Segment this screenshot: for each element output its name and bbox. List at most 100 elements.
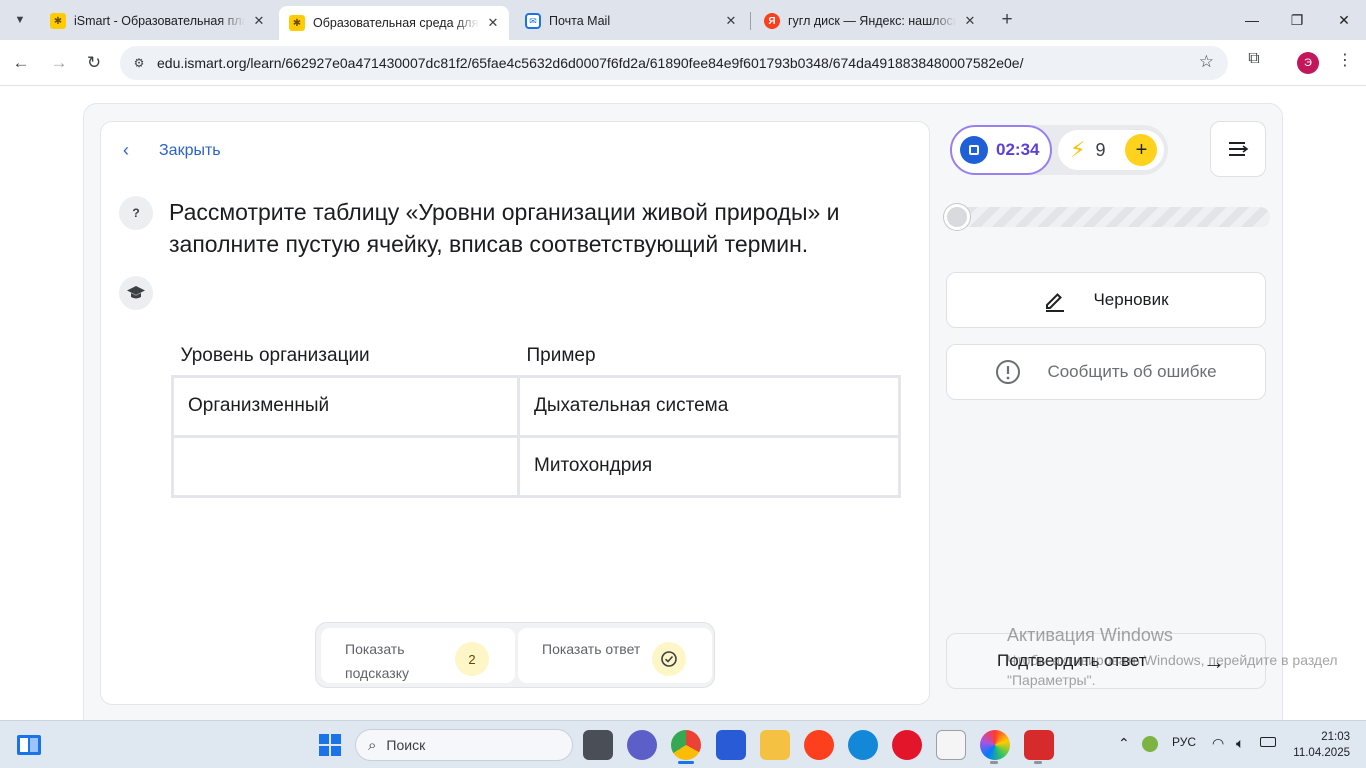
draft-label: Черновик [1093, 290, 1169, 309]
lightning-icon: ⚡ [1070, 137, 1086, 162]
tray-chevron-up-icon[interactable]: ⌃ [1118, 735, 1130, 752]
volume-icon[interactable]: 🔈︎ [1236, 735, 1244, 752]
search-icon: ⌕ [368, 736, 377, 754]
pencil-icon [1043, 288, 1067, 312]
clock-time: 21:03 [1321, 731, 1350, 743]
submit-answer-button[interactable]: Подтвердить ответ → [946, 633, 1266, 689]
new-tab-icon[interactable]: + [996, 9, 1018, 31]
tab-bar: ▼ ✱ iSmart - Образовательная пла ✕ ✱ Обр… [0, 0, 1366, 40]
clock-date: 11.04.2025 [1293, 747, 1350, 759]
task-menu-button[interactable] [1210, 121, 1266, 177]
reload-icon[interactable]: ↻ [81, 50, 107, 76]
task-card: ‹ Закрыть ? Рассмотрите таблицу «Уровни … [100, 121, 930, 705]
yandex-browser-icon[interactable] [804, 730, 834, 760]
photos-icon[interactable] [980, 730, 1010, 760]
url-text[interactable]: edu.ismart.org/learn/662927e0a471430007d… [157, 55, 1023, 71]
wps-office-icon[interactable] [1024, 730, 1054, 760]
close-icon[interactable]: ✕ [962, 13, 978, 29]
close-icon[interactable]: ✕ [485, 15, 501, 31]
progress-bar [944, 204, 1270, 230]
tab-title: iSmart - Образовательная пла [74, 14, 245, 28]
table-row: Митохондрия [171, 434, 901, 498]
graduation-cap-icon[interactable] [119, 276, 153, 310]
browser-menu-icon[interactable]: ⋮ [1335, 50, 1355, 74]
alert-circle-icon [995, 359, 1021, 385]
table-cell: Митохондрия [517, 434, 901, 498]
tab-ismart[interactable]: ✱ iSmart - Образовательная пла ✕ [40, 6, 275, 36]
lightbulb-icon: 2 [455, 642, 489, 676]
table-cell: Дыхательная система [517, 374, 901, 438]
opera-icon[interactable] [892, 730, 922, 760]
question-mark-icon[interactable]: ? [119, 196, 153, 230]
yandex-icon: Я [764, 13, 780, 29]
chrome-active-indicator [678, 761, 694, 764]
language-indicator[interactable]: РУС [1172, 735, 1196, 749]
close-icon[interactable]: ✕ [251, 13, 267, 29]
file-explorer-icon[interactable] [760, 730, 790, 760]
progress-knob [944, 204, 970, 230]
chrome-icon[interactable] [671, 730, 701, 760]
browser-toolbar: ← → ↻ ⚙ edu.ismart.org/learn/662927e0a47… [0, 40, 1366, 86]
draft-button[interactable]: Черновик [946, 272, 1266, 328]
bookmark-star-icon[interactable]: ☆ [1199, 52, 1214, 72]
show-answer-label: Показать ответ [542, 641, 641, 657]
tab-yandex[interactable]: Я гугл диск — Яндекс: нашлось ✕ [754, 6, 986, 36]
forward-icon[interactable]: → [46, 50, 72, 76]
wifi-icon[interactable]: ◠ [1212, 735, 1224, 752]
check-circle-icon [652, 642, 686, 676]
restore-icon[interactable]: ❐ [1285, 8, 1309, 32]
extensions-icon[interactable]: ⧉ [1242, 50, 1266, 74]
tab-separator [750, 12, 751, 30]
tab-search-chevron-icon[interactable]: ▼ [8, 8, 32, 32]
document-icon[interactable] [936, 730, 966, 760]
table-header: Пример [526, 345, 596, 367]
close-icon[interactable]: ✕ [723, 13, 739, 29]
window-close-icon[interactable]: ✕ [1332, 8, 1356, 32]
tab-mail[interactable]: ✉ Почта Mail ✕ [515, 6, 747, 36]
table-row: Организменный Дыхательная система [171, 374, 901, 438]
timer-value: 02:34 [996, 140, 1040, 159]
ismart-icon: ✱ [289, 15, 305, 31]
page-content: ‹ Закрыть ? Рассмотрите таблицу «Уровни … [0, 87, 1366, 743]
timer-energy-pill: 02:34 ⚡ 9 + [950, 125, 1168, 175]
site-info-icon[interactable]: ⚙ [130, 54, 148, 72]
close-label: Закрыть [159, 141, 221, 159]
widgets-icon[interactable] [14, 730, 44, 760]
save-disk-icon[interactable] [716, 730, 746, 760]
arrow-right-icon: → [1203, 649, 1225, 674]
stop-icon [960, 136, 988, 164]
table-cell: Организменный [171, 374, 520, 438]
app-running-indicator [1034, 761, 1042, 764]
battery-icon[interactable] [1260, 737, 1276, 747]
energy-counter: ⚡ 9 + [1058, 130, 1164, 170]
windows-start-icon[interactable] [315, 730, 345, 760]
edge-icon[interactable] [848, 730, 878, 760]
tab-edu-environment[interactable]: ✱ Образовательная среда для с ✕ [279, 6, 509, 40]
add-energy-button[interactable]: + [1125, 134, 1158, 166]
clock[interactable]: 21:03 11.04.2025 [1290, 729, 1350, 761]
show-answer-button[interactable]: Показать ответ [518, 628, 712, 683]
close-link[interactable]: ‹ Закрыть [123, 140, 221, 161]
report-error-button[interactable]: Сообщить об ошибке [946, 344, 1266, 400]
mail-icon: ✉ [525, 13, 541, 29]
task-view-icon[interactable] [583, 730, 613, 760]
show-hint-button[interactable]: Показать подсказку 2 [321, 628, 515, 683]
taskbar: ⌕ Поиск ⌃ РУС ◠ 🔈︎ 21:03 11.04.2025 [0, 720, 1366, 768]
chevron-left-icon: ‹ [123, 140, 129, 160]
timer[interactable]: 02:34 [950, 125, 1052, 175]
tray-app-icon[interactable] [1142, 736, 1158, 752]
tab-title: гугл диск — Яндекс: нашлось [788, 14, 956, 28]
taskbar-search[interactable]: ⌕ Поиск [355, 729, 573, 761]
hint-count: 2 [468, 651, 476, 667]
show-hint-label: Показать подсказку [345, 641, 409, 681]
answer-input-cell[interactable] [171, 434, 520, 498]
address-bar[interactable]: ⚙ edu.ismart.org/learn/662927e0a47143000… [120, 46, 1228, 80]
back-icon[interactable]: ← [8, 50, 34, 76]
profile-avatar[interactable]: Э [1297, 52, 1319, 74]
submit-answer-label: Подтвердить ответ [997, 651, 1147, 670]
energy-value: 9 [1095, 139, 1106, 160]
minimize-icon[interactable]: — [1240, 8, 1264, 32]
meet-icon[interactable] [627, 730, 657, 760]
helper-buttons: Показать подсказку 2 Показать ответ [315, 622, 715, 688]
tab-title: Образовательная среда для с [313, 16, 479, 30]
